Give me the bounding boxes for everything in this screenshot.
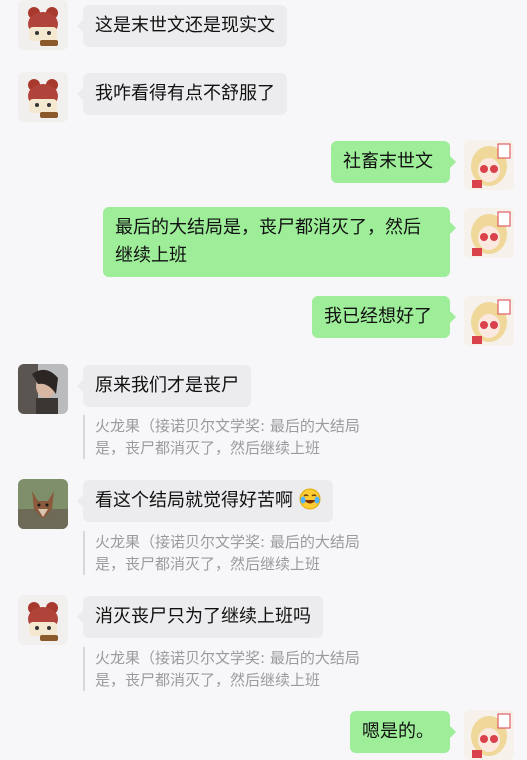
message-bubble[interactable]: 我已经想好了 (312, 296, 456, 338)
quoted-message[interactable]: 火龙果（接诺贝尔文学奖: 最后的大结局 是，丧尸都消灭了，然后继续上班 (83, 415, 360, 459)
message-line: 继续上班 (115, 245, 187, 266)
anime-girl-avatar[interactable] (464, 140, 514, 190)
message-bubble[interactable]: 最后的大结局是，丧尸都消灭了，然后 继续上班 (103, 207, 456, 277)
laugh-cry-emoji-icon (299, 488, 321, 510)
message-bubble[interactable]: 看这个结局就觉得好苦啊 (77, 480, 333, 522)
message-text: 看这个结局就觉得好苦啊 (95, 490, 293, 511)
bear-hat-avatar[interactable] (18, 595, 68, 645)
message-line: 最后的大结局是，丧尸都消灭了，然后 (115, 217, 421, 238)
quoted-message[interactable]: 火龙果（接诺贝尔文学奖: 最后的大结局 是，丧尸都消灭了，然后继续上班 (83, 531, 360, 575)
quote-line: 火龙果（接诺贝尔文学奖: 最后的大结局 (95, 417, 360, 435)
bear-hat-avatar[interactable] (18, 0, 68, 50)
message-bubble[interactable]: 原来我们才是丧尸 (77, 365, 251, 407)
quoted-message[interactable]: 火龙果（接诺贝尔文学奖: 最后的大结局 是，丧尸都消灭了，然后继续上班 (83, 647, 360, 691)
quote-line: 火龙果（接诺贝尔文学奖: 最后的大结局 (95, 533, 360, 551)
message-bubble[interactable]: 消灭丧尸只为了继续上班吗 (77, 596, 323, 638)
anime-girl-avatar[interactable] (464, 710, 514, 760)
message-bubble[interactable]: 这是末世文还是现实文 (77, 5, 287, 47)
bear-hat-avatar[interactable] (18, 72, 68, 122)
quote-line: 是，丧尸都消灭了，然后继续上班 (95, 671, 321, 689)
anime-girl-avatar[interactable] (464, 208, 514, 258)
quote-line: 火龙果（接诺贝尔文学奖: 最后的大结局 (95, 649, 360, 667)
quote-line: 是，丧尸都消灭了，然后继续上班 (95, 439, 321, 457)
message-bubble[interactable]: 我咋看得有点不舒服了 (77, 73, 287, 115)
message-bubble[interactable]: 社畜末世文 (331, 141, 456, 183)
anime-girl-avatar[interactable] (464, 296, 514, 346)
fox-photo-avatar[interactable] (18, 479, 68, 529)
message-bubble[interactable]: 嗯是的。 (350, 711, 456, 753)
woman-photo-avatar[interactable] (18, 364, 68, 414)
quote-line: 是，丧尸都消灭了，然后继续上班 (95, 555, 321, 573)
